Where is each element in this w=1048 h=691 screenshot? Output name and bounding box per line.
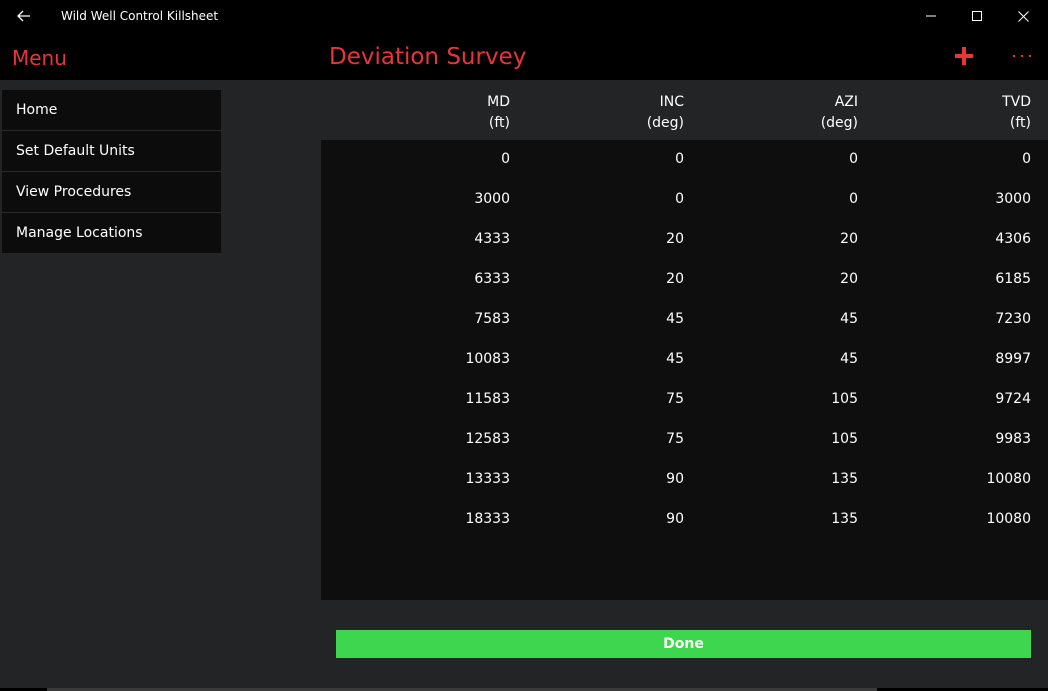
more-button[interactable] xyxy=(1004,40,1040,72)
cell-tvd: 10080 xyxy=(986,471,1031,487)
column-header-md: MD (ft) xyxy=(487,92,510,134)
column-unit: (deg) xyxy=(820,115,858,131)
sidebar-item-view-procedures[interactable]: View Procedures xyxy=(2,172,221,213)
cell-md: 0 xyxy=(501,151,510,167)
cell-tvd: 6185 xyxy=(995,271,1031,287)
cell-md: 13333 xyxy=(465,471,510,487)
minimize-button[interactable] xyxy=(908,0,954,32)
cell-tvd: 9983 xyxy=(995,431,1031,447)
table-row[interactable]: 13333 90 135 10080 xyxy=(321,460,1048,500)
cell-md: 12583 xyxy=(465,431,510,447)
cell-tvd: 7230 xyxy=(995,311,1031,327)
cell-azi: 135 xyxy=(831,511,858,527)
table-row[interactable]: 3000 0 0 3000 xyxy=(321,180,1048,220)
page-title: Deviation Survey xyxy=(329,44,527,70)
menu-title[interactable]: Menu xyxy=(12,46,67,70)
cell-tvd: 0 xyxy=(1022,151,1031,167)
cell-inc: 45 xyxy=(666,351,684,367)
table-row[interactable]: 7583 45 45 7230 xyxy=(321,300,1048,340)
column-name: TVD xyxy=(1002,94,1031,110)
column-header-tvd: TVD (ft) xyxy=(1002,92,1031,134)
column-unit: (ft) xyxy=(488,115,510,131)
sidebar-item-manage-locations[interactable]: Manage Locations xyxy=(2,213,221,253)
table-row[interactable]: 12583 75 105 9983 xyxy=(321,420,1048,460)
cell-inc: 20 xyxy=(666,231,684,247)
cell-azi: 0 xyxy=(849,151,858,167)
cell-tvd: 3000 xyxy=(995,191,1031,207)
cell-azi: 45 xyxy=(840,351,858,367)
cell-azi: 105 xyxy=(831,391,858,407)
cell-md: 7583 xyxy=(474,311,510,327)
sidebar-item-set-default-units[interactable]: Set Default Units xyxy=(2,131,221,172)
cell-azi: 0 xyxy=(849,191,858,207)
add-button[interactable] xyxy=(946,40,982,72)
cell-azi: 135 xyxy=(831,471,858,487)
cell-md: 3000 xyxy=(474,191,510,207)
plus-icon xyxy=(955,47,973,65)
column-unit: (deg) xyxy=(646,115,684,131)
table-row[interactable]: 0 0 0 0 xyxy=(321,140,1048,180)
cell-tvd: 4306 xyxy=(995,231,1031,247)
cell-inc: 0 xyxy=(675,151,684,167)
cell-tvd: 9724 xyxy=(995,391,1031,407)
cell-inc: 45 xyxy=(666,311,684,327)
back-arrow-icon xyxy=(17,10,30,22)
cell-md: 11583 xyxy=(465,391,510,407)
header-bar: Menu Deviation Survey xyxy=(0,32,1048,80)
maximize-icon xyxy=(972,11,982,21)
column-header-inc: INC (deg) xyxy=(647,92,684,134)
table-row[interactable]: 6333 20 20 6185 xyxy=(321,260,1048,300)
cell-md: 10083 xyxy=(465,351,510,367)
cell-inc: 90 xyxy=(666,471,684,487)
minimize-icon xyxy=(926,15,936,17)
cell-md: 4333 xyxy=(474,231,510,247)
table-row[interactable]: 4333 20 20 4306 xyxy=(321,220,1048,260)
cell-inc: 0 xyxy=(675,191,684,207)
cell-tvd: 8997 xyxy=(995,351,1031,367)
survey-table: 0 0 0 0 3000 0 0 3000 4333 20 20 4306 63… xyxy=(321,140,1048,600)
column-unit: (ft) xyxy=(1009,115,1031,131)
cell-inc: 20 xyxy=(666,271,684,287)
cell-tvd: 10080 xyxy=(986,511,1031,527)
close-button[interactable] xyxy=(1000,0,1046,32)
column-name: INC xyxy=(659,94,684,110)
table-row[interactable]: 10083 45 45 8997 xyxy=(321,340,1048,380)
app-title: Wild Well Control Killsheet xyxy=(61,9,219,23)
cell-azi: 20 xyxy=(840,271,858,287)
sidebar-menu: Home Set Default Units View Procedures M… xyxy=(2,90,221,253)
cell-md: 6333 xyxy=(474,271,510,287)
sidebar-item-home[interactable]: Home xyxy=(2,90,221,131)
table-row[interactable]: 11583 75 105 9724 xyxy=(321,380,1048,420)
column-header-azi: AZI (deg) xyxy=(821,92,858,134)
done-button[interactable]: Done xyxy=(336,630,1031,658)
table-row[interactable]: 18333 90 135 10080 xyxy=(321,500,1048,540)
back-button[interactable] xyxy=(0,0,48,32)
more-ellipsis-icon xyxy=(1012,54,1032,58)
cell-inc: 75 xyxy=(666,431,684,447)
column-name: AZI xyxy=(834,94,858,110)
table-header: MD (ft) INC (deg) AZI (deg) TVD (ft) xyxy=(321,80,1048,140)
close-icon xyxy=(1017,10,1029,22)
column-name: MD xyxy=(487,94,510,110)
cell-azi: 20 xyxy=(840,231,858,247)
cell-azi: 105 xyxy=(831,431,858,447)
maximize-button[interactable] xyxy=(954,0,1000,32)
title-bar: Wild Well Control Killsheet xyxy=(0,0,1048,32)
cell-azi: 45 xyxy=(840,311,858,327)
cell-inc: 90 xyxy=(666,511,684,527)
cell-md: 18333 xyxy=(465,511,510,527)
cell-inc: 75 xyxy=(666,391,684,407)
